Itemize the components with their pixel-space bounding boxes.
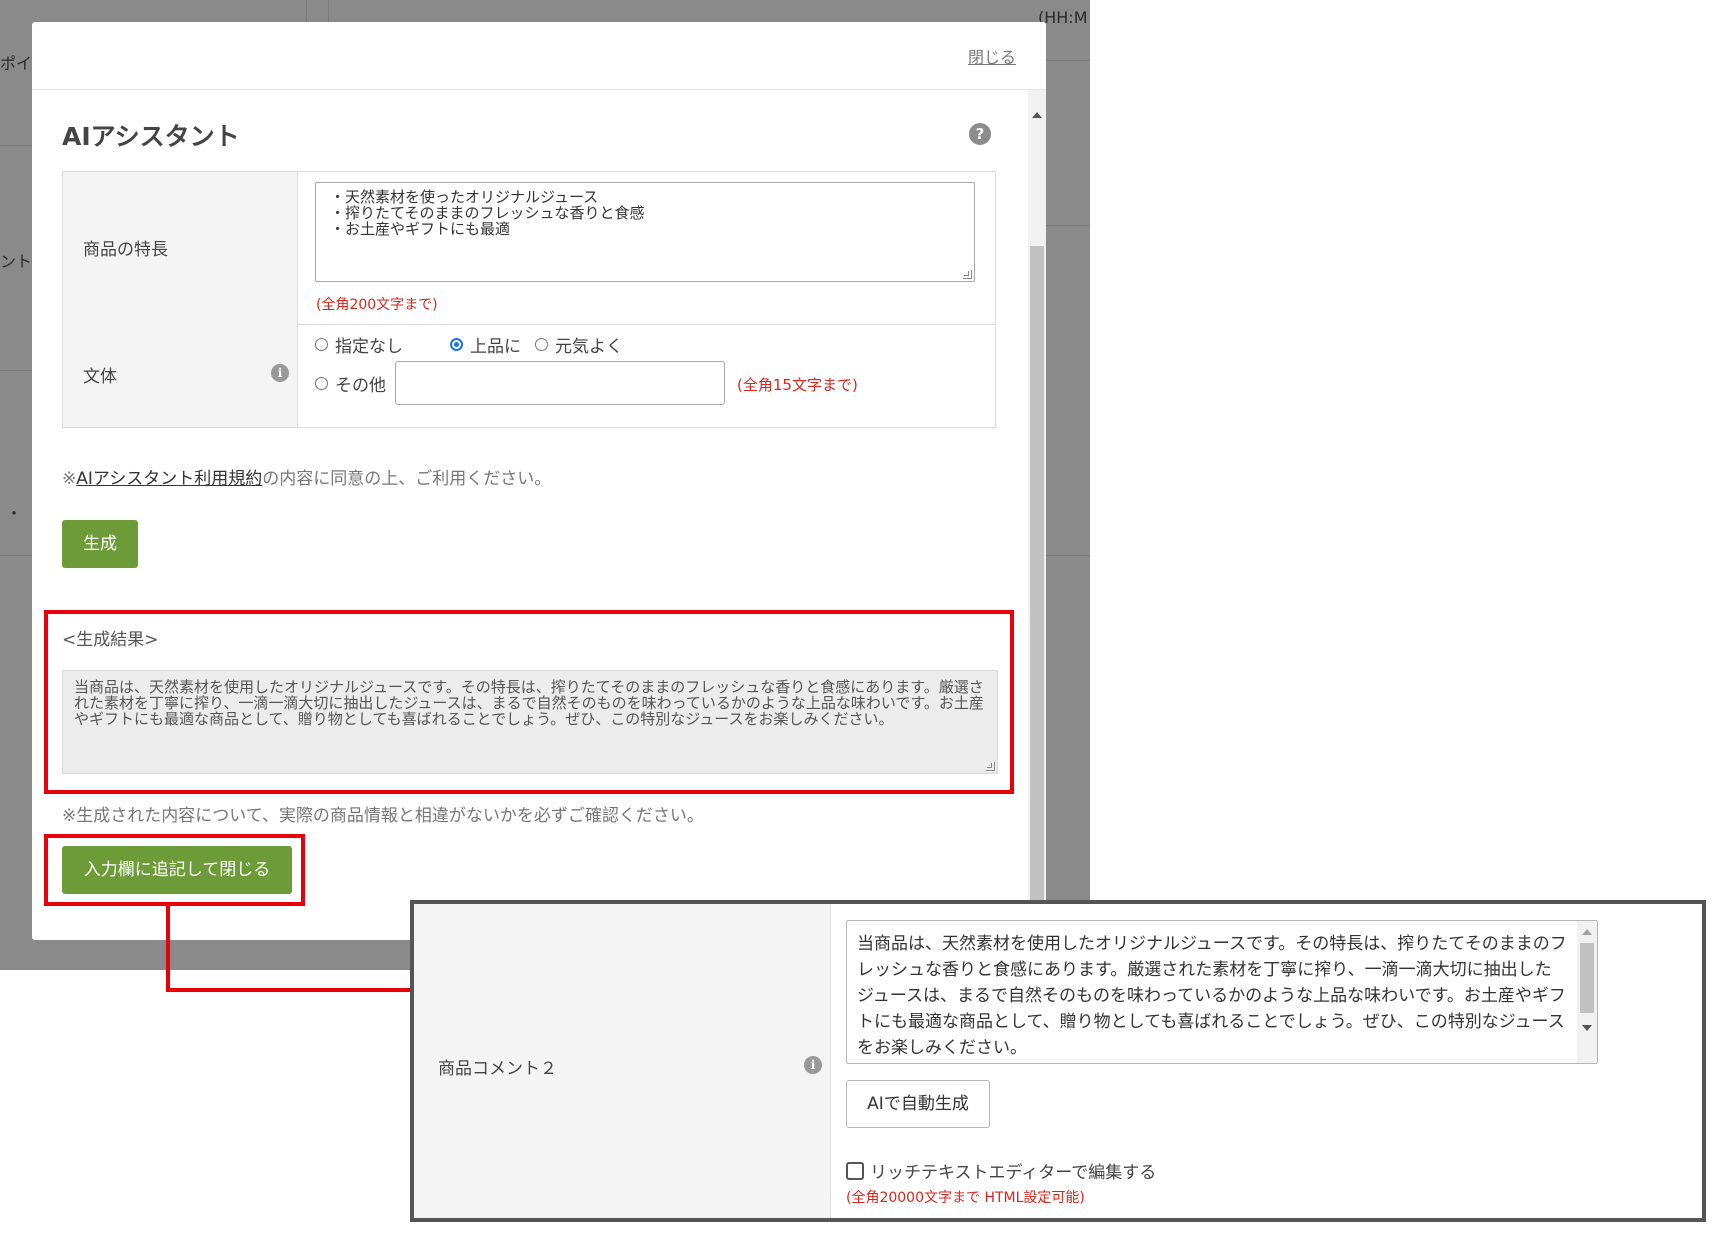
product-comment-header-cell: 商品コメント２ i <box>414 904 831 1218</box>
result-highlight-box <box>44 610 1014 794</box>
confirm-note: ※生成された内容について、実際の商品情報と相違がないかを必ずご確認ください。 <box>62 806 704 826</box>
rich-editor-label: リッチテキストエディターで編集する <box>870 1163 1157 1183</box>
rich-editor-toggle[interactable]: リッチテキストエディターで編集する <box>846 1158 1156 1183</box>
scroll-up-arrow-icon[interactable] <box>1582 929 1592 935</box>
radio-none[interactable] <box>315 338 328 351</box>
comment-scrollbar[interactable] <box>1577 921 1597 1063</box>
style-other-input[interactable] <box>395 361 725 405</box>
bg-divider <box>0 145 32 146</box>
style-other-limit-note: (全角15文字まで) <box>737 376 858 394</box>
bg-divider <box>0 555 32 556</box>
bg-text-fragment: ・ <box>6 504 23 523</box>
ai-assistant-modal: 閉じる AIアシスタント ? 商品の特長 ・天然素材を使ったオリジナルジュース … <box>32 22 1046 940</box>
features-textarea[interactable]: ・天然素材を使ったオリジナルジュース ・搾りたてそのままのフレッシュな香りと食感… <box>315 182 975 282</box>
scroll-thumb[interactable] <box>1580 943 1594 1013</box>
generate-button[interactable]: 生成 <box>62 520 138 568</box>
bg-divider <box>0 370 32 371</box>
features-limit-note: (全角200文字まで) <box>316 297 438 313</box>
style-option-energetic[interactable]: 元気よく <box>535 332 623 357</box>
product-comment-label: 商品コメント２ <box>438 1059 557 1079</box>
product-comment-text: 当商品は、天然素材を使用したオリジナルジュースです。その特長は、搾りたてそのまま… <box>857 934 1567 1058</box>
product-comment-limit-note: (全角20000文字まで HTML設定可能) <box>846 1190 1085 1206</box>
info-circle-icon[interactable]: i <box>271 364 289 382</box>
append-button-highlight-box <box>44 834 305 906</box>
ai-form-table: 商品の特長 ・天然素材を使ったオリジナルジュース ・搾りたてそのままのフレッシュ… <box>62 171 996 428</box>
terms-link[interactable]: AIアシスタント利用規約 <box>76 469 262 489</box>
ai-auto-generate-button[interactable]: AIで自動生成 <box>846 1080 990 1128</box>
resize-handle-icon[interactable] <box>963 270 972 279</box>
info-circle-icon[interactable]: i <box>804 1056 822 1074</box>
terms-notice: ※AIアシスタント利用規約の内容に同意の上、ご利用ください。 <box>62 469 552 489</box>
modal-scrollbar[interactable] <box>1028 90 1046 940</box>
scroll-thumb[interactable] <box>1030 246 1044 940</box>
features-row: 商品の特長 ・天然素材を使ったオリジナルジュース ・搾りたてそのままのフレッシュ… <box>63 172 995 325</box>
style-header-cell: 文体 i <box>63 324 298 427</box>
close-link[interactable]: 閉じる <box>968 44 1016 68</box>
modal-header: 閉じる <box>32 22 1046 90</box>
product-comment-panel: 商品コメント２ i 当商品は、天然素材を使用したオリジナルジュースです。その特長… <box>410 900 1706 1222</box>
radio-energetic[interactable] <box>535 338 548 351</box>
scroll-down-arrow-icon[interactable] <box>1582 1025 1592 1031</box>
style-option-other[interactable]: その他 <box>315 371 386 396</box>
radio-elegant-selected[interactable] <box>450 338 463 351</box>
bg-divider <box>328 0 329 22</box>
features-label: 商品の特長 <box>83 240 168 260</box>
modal-title: AIアシスタント <box>62 122 240 151</box>
style-option-none[interactable]: 指定なし <box>315 332 403 357</box>
rich-editor-checkbox[interactable] <box>846 1161 864 1180</box>
bg-divider <box>306 0 307 22</box>
bg-divider <box>1046 60 1090 61</box>
style-option-elegant[interactable]: 上品に <box>450 332 521 357</box>
features-header-cell: 商品の特長 <box>63 172 298 324</box>
bg-divider <box>1046 225 1090 226</box>
style-row: 文体 i 指定なし 上品に 元気よく その他 (全角15文字まで) <box>63 324 995 427</box>
product-comment-textarea[interactable]: 当商品は、天然素材を使用したオリジナルジュースです。その特長は、搾りたてそのまま… <box>846 920 1598 1064</box>
bg-divider <box>1046 555 1090 556</box>
radio-other[interactable] <box>315 377 328 390</box>
style-label: 文体 <box>83 367 117 387</box>
scroll-up-arrow-icon[interactable] <box>1032 112 1042 118</box>
arrow-line-vertical <box>166 906 170 992</box>
question-circle-icon[interactable]: ? <box>969 123 991 145</box>
